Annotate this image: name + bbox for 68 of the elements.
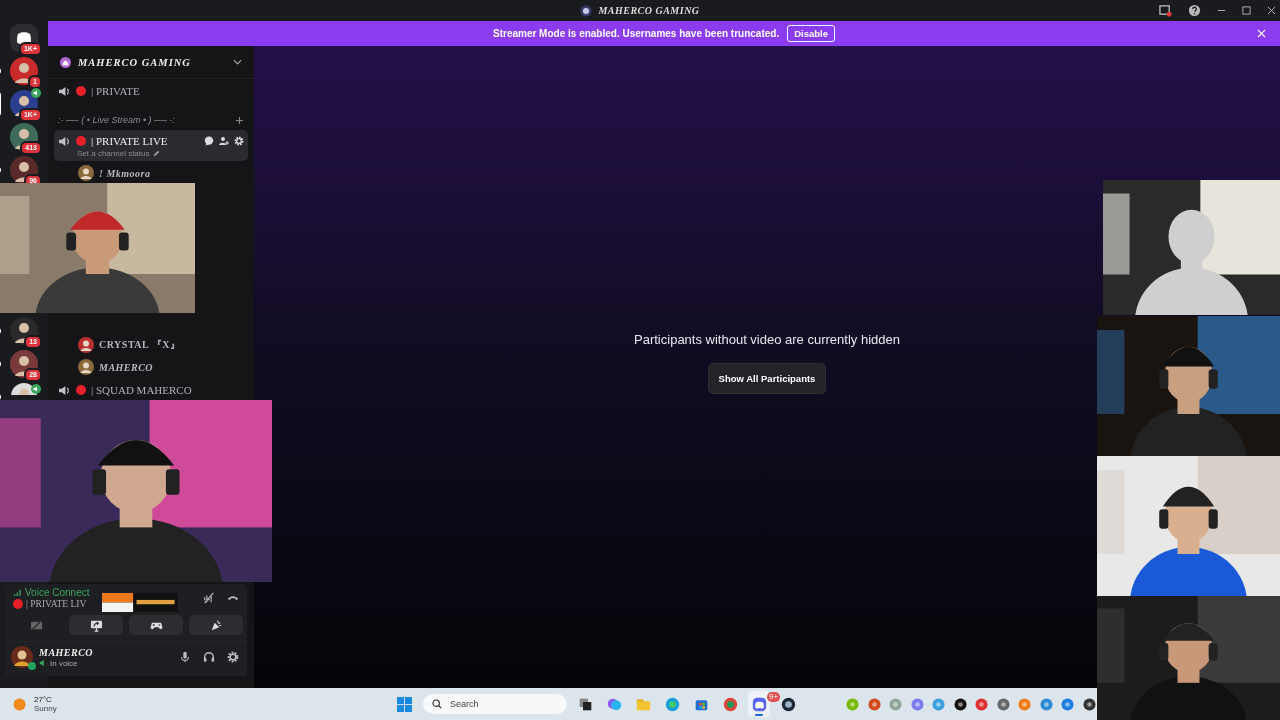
maximize-icon[interactable]	[1242, 6, 1251, 15]
task-view-icon	[577, 696, 593, 712]
user-status: In voice	[50, 658, 78, 668]
window-title: MAHERCO GAMING	[598, 5, 700, 16]
speaker-icon	[58, 135, 71, 147]
tray-app-icon[interactable]	[867, 697, 881, 711]
user-name[interactable]: MAHERCO	[99, 361, 154, 373]
weather-condition: Sunny	[34, 704, 57, 713]
party-popper-icon	[209, 618, 223, 632]
discord-icon	[751, 696, 767, 712]
voice-channel[interactable]: | PRIVATE	[54, 80, 248, 102]
voice-channel-name[interactable]: | PRIVATE LIV	[26, 599, 87, 609]
server-avatar[interactable]	[10, 57, 38, 85]
server-name[interactable]: MAHERCO GAMING	[78, 56, 226, 68]
server-icon	[580, 4, 593, 17]
temperature: 27°C	[34, 695, 53, 704]
settings-icon[interactable]	[234, 136, 244, 146]
activity-button[interactable]	[129, 615, 183, 635]
show-all-participants-button[interactable]: Show All Participants	[707, 363, 827, 394]
search-field[interactable]: Search	[423, 694, 567, 714]
headphones-icon[interactable]	[203, 651, 215, 663]
voice-channel[interactable]: | PRIVATE LIVE Set a channel status	[54, 130, 248, 161]
channel-name: | PRIVATE	[91, 85, 141, 97]
channel-name: | PRIVATE LIVE	[91, 135, 169, 147]
speaker-icon	[39, 659, 47, 667]
server-icon	[60, 56, 71, 68]
user-avatar	[78, 359, 94, 375]
notification-badge: 9+	[767, 692, 781, 702]
live-dot-icon	[76, 385, 86, 395]
user-name: MAHERCO	[39, 646, 95, 658]
user-avatar[interactable]	[11, 646, 33, 668]
invite-icon[interactable]	[219, 136, 229, 146]
help-icon[interactable]	[1188, 4, 1201, 17]
pencil-icon[interactable]	[152, 150, 160, 157]
channel-status[interactable]: Set a channel status	[77, 149, 150, 158]
chevron-down-icon[interactable]	[233, 59, 242, 65]
disable-button[interactable]: Disable	[787, 25, 835, 42]
category-name[interactable]: :- ── ( • Live Stream • ) ── -:	[58, 115, 235, 125]
live-dot-icon	[76, 86, 86, 96]
hidden-participants-message: Participants without video are currently hidden	[634, 332, 900, 347]
add-icon[interactable]	[235, 115, 244, 125]
online-status-icon	[28, 662, 36, 670]
user-avatar	[78, 165, 94, 181]
search-icon	[432, 699, 442, 709]
settings-icon[interactable]	[227, 651, 239, 663]
banner-text: Streamer Mode is enabled. Usernames have been truncated.	[493, 28, 780, 39]
signal-icon	[13, 588, 22, 597]
speaker-icon	[58, 85, 71, 97]
soundboard-button[interactable]	[189, 615, 243, 635]
live-dot-icon	[13, 599, 23, 609]
channel-name: | SQUAD MAHERCO	[91, 384, 193, 396]
tray-app-icon[interactable]	[975, 697, 988, 711]
camera-off-icon	[29, 618, 43, 632]
user-name[interactable]: CRYSTAL 『X』	[99, 338, 181, 352]
live-dot-icon	[76, 136, 86, 146]
user-avatar	[78, 337, 94, 353]
voice-status: Voice Connect	[25, 587, 90, 598]
windows-start-icon[interactable]	[397, 696, 412, 712]
chat-icon[interactable]	[204, 136, 214, 146]
inbox-icon[interactable]	[1159, 4, 1172, 17]
microphone-icon[interactable]	[179, 651, 191, 663]
voice-channel[interactable]: | SQUAD MAHERCO	[54, 379, 248, 401]
noise-suppression-icon[interactable]	[203, 592, 215, 604]
speaker-icon	[58, 384, 71, 396]
close-icon[interactable]	[1267, 6, 1276, 15]
screen-share-button[interactable]	[69, 615, 123, 635]
user-name[interactable]: ! Mkmoora	[99, 167, 151, 179]
screen-share-icon	[89, 618, 103, 632]
